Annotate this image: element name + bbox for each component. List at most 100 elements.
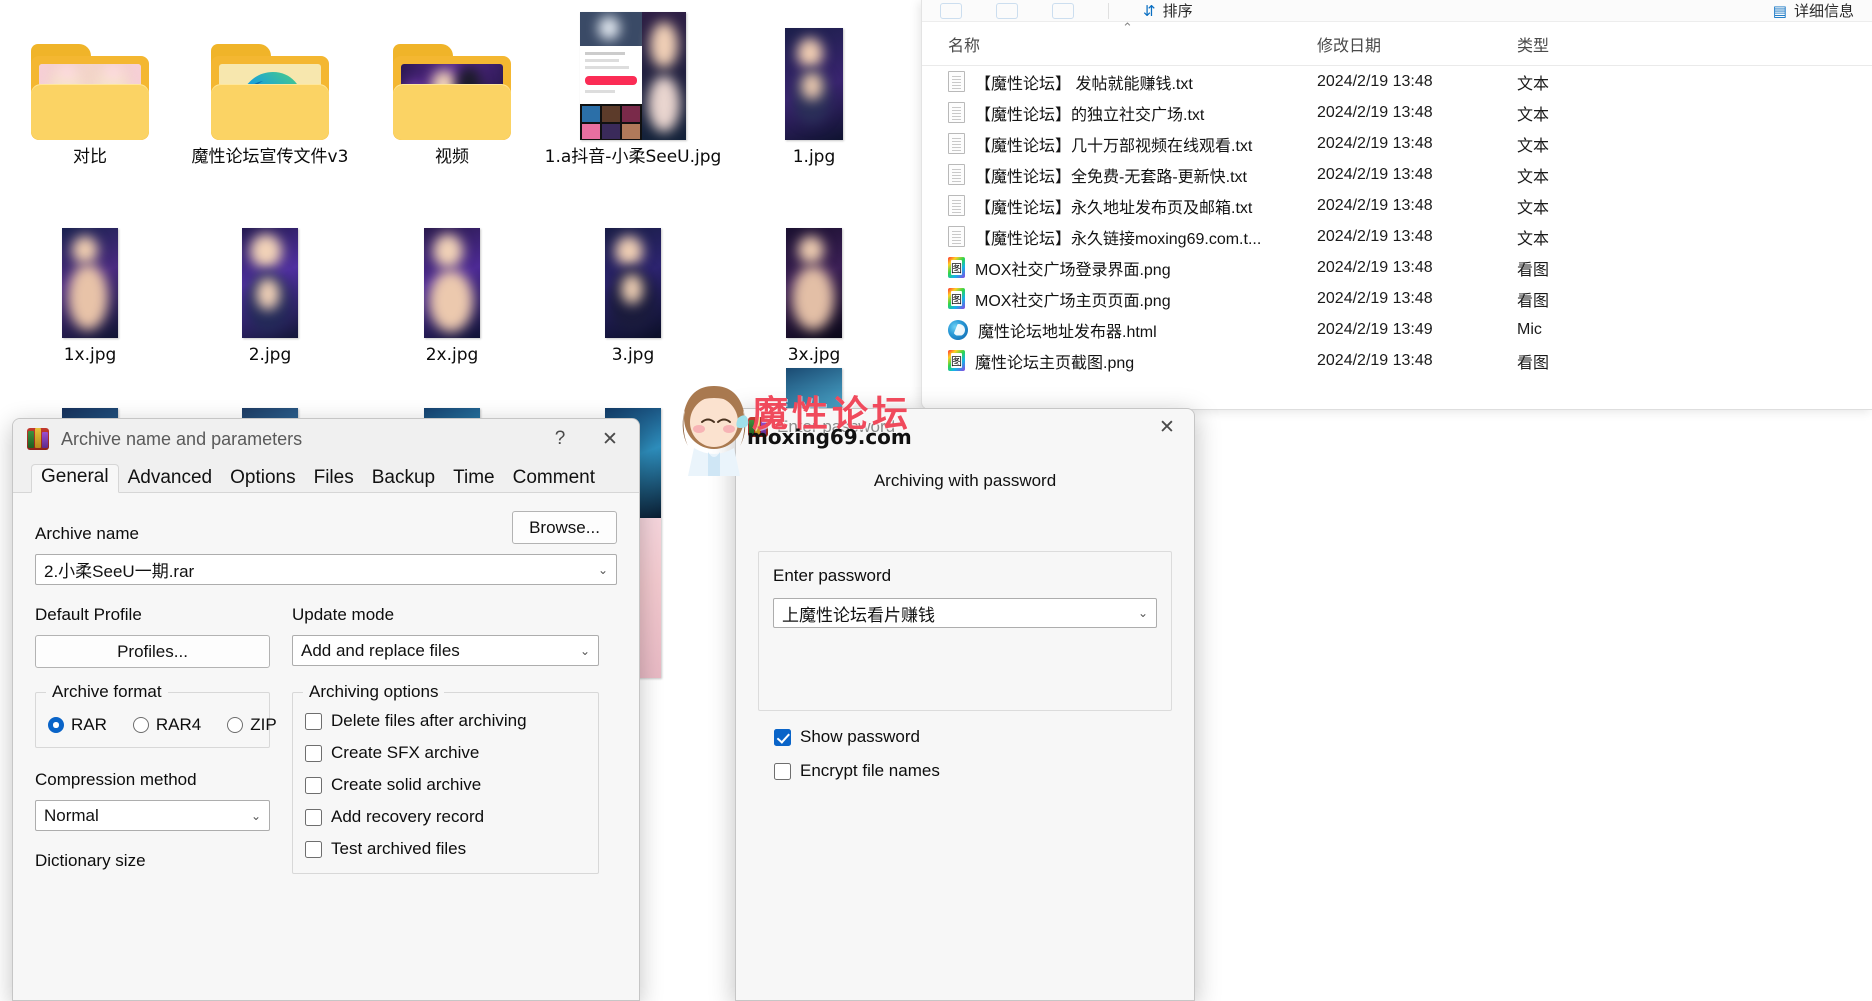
delete-icon[interactable] <box>1052 2 1074 19</box>
table-row[interactable]: 【魔性论坛】几十万部视频在线观看.txt 2024/2/19 13:48 文本 <box>922 128 1872 159</box>
desktop-image-2[interactable]: 2.jpg <box>180 220 360 366</box>
checkbox-indicator[interactable] <box>305 840 322 858</box>
option-checkbox-3[interactable]: Add recovery record <box>305 807 586 827</box>
format-radio-zip[interactable]: ZIP <box>227 715 277 735</box>
file-name-cell[interactable]: 图 MOX社交广场主页页面.png <box>922 287 1317 311</box>
desktop-image-1x[interactable]: 1x.jpg <box>0 220 180 366</box>
checkbox-indicator[interactable] <box>305 808 322 826</box>
radio-indicator[interactable] <box>132 717 149 733</box>
file-explorer-window[interactable]: ⇵ 排序 ▤ 详细信息 名称 ⌃ 修改日期 类型 【魔性论坛】 发帖就能赚钱.t… <box>921 0 1872 410</box>
file-name-text: MOX社交广场登录界面.png <box>975 261 1171 279</box>
chevron-down-icon[interactable]: ⌄ <box>598 563 608 577</box>
desktop-folder-video[interactable]: 视频 <box>362 22 542 168</box>
rename-icon[interactable] <box>996 2 1018 19</box>
file-name-cell[interactable]: 图魔性论坛主页截图.png <box>922 349 1317 373</box>
column-header-name[interactable]: 名称 ⌃ <box>922 20 1317 56</box>
table-row[interactable]: 图魔性论坛主页截图.png 2024/2/19 13:48 看图 <box>922 345 1872 376</box>
tab-files[interactable]: Files <box>305 466 363 492</box>
checkbox-indicator[interactable] <box>305 776 322 794</box>
file-name-text: 【魔性论坛】几十万部视频在线观看.txt <box>975 137 1253 155</box>
password-field-label: Enter password <box>773 566 892 585</box>
option-checkbox-1[interactable]: Create SFX archive <box>305 743 586 763</box>
help-button[interactable]: ? <box>537 419 583 459</box>
table-row[interactable]: 魔性论坛地址发布器.html 2024/2/19 13:49 Mic <box>922 314 1872 345</box>
desktop-image-2x[interactable]: 2x.jpg <box>362 220 542 366</box>
password-field-group: Enter password 上魔性论坛看片赚钱 ⌄ <box>758 551 1172 711</box>
winrar-archive-dialog[interactable]: Archive name and parameters ? ✕ General A… <box>12 418 640 1001</box>
password-checkbox-list[interactable]: Show password Encrypt file names <box>774 727 940 795</box>
winrar-titlebar[interactable]: Archive name and parameters ? ✕ <box>13 419 639 459</box>
checkbox-label: Delete files after archiving <box>331 711 527 730</box>
desktop-image-3x[interactable]: 3x.jpg <box>724 220 904 366</box>
format-radio-rar[interactable]: RAR <box>48 715 107 735</box>
checkbox-indicator[interactable] <box>305 744 322 762</box>
desktop-image-1[interactable]: 1.jpg <box>724 22 904 168</box>
file-name-cell[interactable]: 【魔性论坛】的独立社交广场.txt <box>922 101 1317 125</box>
tab-options[interactable]: Options <box>221 466 304 492</box>
checkbox-indicator[interactable] <box>774 762 791 780</box>
checkbox-indicator[interactable] <box>305 712 322 730</box>
tab-time[interactable]: Time <box>444 466 504 492</box>
chevron-down-icon[interactable]: ⌄ <box>1138 606 1148 620</box>
explorer-toolbar[interactable]: ⇵ 排序 ▤ 详细信息 <box>922 0 1872 22</box>
file-name-cell[interactable]: 图 MOX社交广场登录界面.png <box>922 256 1317 280</box>
table-row[interactable]: 【魔性论坛】永久链接moxing69.com.t... 2024/2/19 13:… <box>922 221 1872 252</box>
file-name-cell[interactable]: 【魔性论坛】永久地址发布页及邮箱.txt <box>922 194 1317 218</box>
checkbox-indicator[interactable] <box>774 728 791 746</box>
password-titlebar[interactable]: Enter password ✕ <box>736 409 1194 445</box>
table-row[interactable]: 图 MOX社交广场登录界面.png 2024/2/19 13:48 看图 <box>922 252 1872 283</box>
winrar-tabs[interactable]: General Advanced Options Files Backup Time Com… <box>13 459 639 493</box>
copy-icon[interactable] <box>940 2 962 19</box>
tab-backup[interactable]: Backup <box>363 466 444 492</box>
update-mode-select[interactable]: Add and replace files ⌄ <box>292 635 599 666</box>
tab-advanced[interactable]: Advanced <box>119 466 222 492</box>
option-checkbox-0[interactable]: Delete files after archiving <box>305 711 586 731</box>
option-checkbox-2[interactable]: Create solid archive <box>305 775 586 795</box>
view-details-button[interactable]: ▤ 详细信息 <box>1773 0 1854 21</box>
format-radio-rar4[interactable]: RAR4 <box>132 715 201 735</box>
file-name-cell[interactable]: 【魔性论坛】 发帖就能赚钱.txt <box>922 70 1317 94</box>
file-type-cell: 文本 <box>1517 168 1550 186</box>
column-header-type[interactable]: 类型 <box>1517 32 1677 56</box>
archiving-options-list[interactable]: Delete files after archiving Create SFX a… <box>305 711 586 859</box>
password-checkbox-1[interactable]: Encrypt file names <box>774 761 940 781</box>
tab-comment[interactable]: Comment <box>504 466 604 492</box>
table-row[interactable]: 【魔性论坛】的独立社交广场.txt 2024/2/19 13:48 文本 <box>922 97 1872 128</box>
radio-indicator[interactable] <box>227 717 244 733</box>
option-checkbox-4[interactable]: Test archived files <box>305 839 586 859</box>
table-row[interactable]: 图 MOX社交广场主页页面.png 2024/2/19 13:48 看图 <box>922 283 1872 314</box>
password-checkbox-0[interactable]: Show password <box>774 727 940 747</box>
column-header-date[interactable]: 修改日期 <box>1317 32 1517 56</box>
file-name-cell[interactable]: 【魔性论坛】永久链接moxing69.com.t... <box>922 225 1317 249</box>
close-button[interactable]: ✕ <box>1144 409 1190 445</box>
table-row[interactable]: 【魔性论坛】全免费-无套路-更新快.txt 2024/2/19 13:48 文本 <box>922 159 1872 190</box>
file-date-cell: 2024/2/19 13:48 <box>1317 134 1433 152</box>
desktop-folder-duibi[interactable]: 对比 <box>0 22 180 168</box>
tab-general[interactable]: General <box>31 464 119 493</box>
file-name-cell[interactable]: 魔性论坛地址发布器.html <box>922 318 1317 342</box>
browse-button[interactable]: Browse... <box>512 511 617 544</box>
desktop-image-douyin[interactable]: 1.a抖音-小柔SeeU.jpg <box>543 12 723 168</box>
checkbox-label: Create solid archive <box>331 775 482 794</box>
table-row[interactable]: 【魔性论坛】 发帖就能赚钱.txt 2024/2/19 13:48 文本 <box>922 66 1872 97</box>
dictionary-size-label: Dictionary size <box>35 851 146 870</box>
chevron-down-icon[interactable]: ⌄ <box>580 644 590 658</box>
checkbox-label: Create SFX archive <box>331 743 480 762</box>
password-input[interactable]: 上魔性论坛看片赚钱 ⌄ <box>773 598 1157 628</box>
enter-password-dialog[interactable]: Enter password ✕ Archiving with password… <box>735 408 1195 1001</box>
file-name-cell[interactable]: 【魔性论坛】几十万部视频在线观看.txt <box>922 132 1317 156</box>
table-row[interactable]: 【魔性论坛】永久地址发布页及邮箱.txt 2024/2/19 13:48 文本 <box>922 190 1872 221</box>
archive-name-input[interactable]: 2.小柔SeeU一期.rar ⌄ <box>35 554 617 585</box>
close-button[interactable]: ✕ <box>587 419 633 459</box>
explorer-file-list[interactable]: 【魔性论坛】 发帖就能赚钱.txt 2024/2/19 13:48 文本 【魔性论坛】… <box>922 66 1872 376</box>
file-name-cell[interactable]: 【魔性论坛】全免费-无套路-更新快.txt <box>922 163 1317 187</box>
desktop-image-3[interactable]: 3.jpg <box>543 220 723 366</box>
sort-button[interactable]: ⇵ 排序 <box>1143 0 1193 21</box>
radio-indicator[interactable] <box>48 717 64 733</box>
chevron-down-icon[interactable]: ⌄ <box>251 809 261 823</box>
profiles-button[interactable]: Profiles... <box>35 635 270 668</box>
update-mode-value: Add and replace files <box>301 640 460 660</box>
archive-format-radios[interactable]: RAR RAR4 ZIP <box>48 715 277 735</box>
desktop-folder-promo[interactable]: 魔性论坛宣传文件v3 <box>180 22 360 168</box>
compression-method-select[interactable]: Normal ⌄ <box>35 800 270 831</box>
